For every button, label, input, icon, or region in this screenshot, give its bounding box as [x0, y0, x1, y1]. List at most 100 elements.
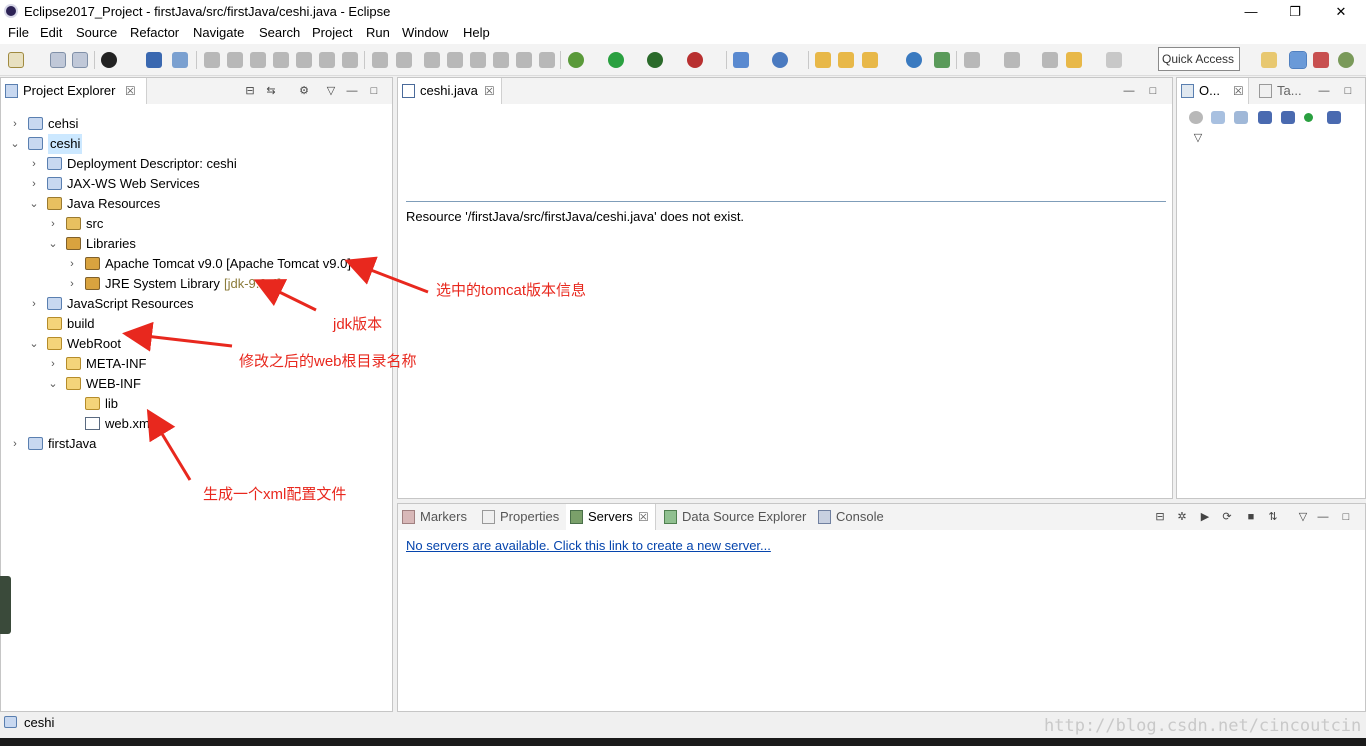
- chevron-down-icon[interactable]: ⌄: [28, 334, 40, 354]
- tree-item[interactable]: › src: [1, 214, 381, 234]
- run-icon[interactable]: [608, 52, 624, 68]
- close-icon[interactable]: ☒: [484, 78, 495, 104]
- minimize-view-icon[interactable]: —: [1316, 510, 1330, 524]
- sort-icon[interactable]: [1234, 111, 1248, 124]
- mark-occurrences-icon[interactable]: [470, 52, 486, 68]
- forward-icon[interactable]: [1106, 52, 1122, 68]
- link-with-editor-icon[interactable]: ⇆: [264, 84, 278, 98]
- back-icon[interactable]: [1066, 52, 1082, 68]
- chevron-right-icon[interactable]: ›: [28, 294, 40, 314]
- next-annotation-icon[interactable]: [964, 52, 980, 68]
- save-icon[interactable]: [50, 52, 66, 68]
- tab-properties[interactable]: Properties: [478, 504, 566, 530]
- tab-ceshi-java[interactable]: ceshi.java ☒: [398, 78, 502, 104]
- create-server-link[interactable]: No servers are available. Click this lin…: [406, 538, 771, 553]
- maximize-view-icon[interactable]: □: [1339, 510, 1353, 524]
- debug-perspective-icon[interactable]: [1338, 52, 1354, 68]
- toggle-breakpoint-icon[interactable]: [424, 52, 440, 68]
- menu-edit[interactable]: Edit: [40, 25, 62, 40]
- stop-server-icon[interactable]: ■: [1244, 510, 1258, 524]
- external-tools-icon[interactable]: [687, 52, 703, 68]
- minimize-view-icon[interactable]: —: [1317, 84, 1331, 98]
- minimize-view-icon[interactable]: —: [345, 84, 359, 98]
- chevron-down-icon[interactable]: ⌄: [28, 194, 40, 214]
- pin-icon[interactable]: [172, 52, 188, 68]
- menu-file[interactable]: File: [8, 25, 29, 40]
- chevron-right-icon[interactable]: ›: [47, 214, 59, 234]
- maximize-view-icon[interactable]: □: [367, 84, 381, 98]
- menu-run[interactable]: Run: [366, 25, 390, 40]
- open-task-icon[interactable]: [838, 52, 854, 68]
- tree-item[interactable]: build: [1, 314, 381, 334]
- word-wrap-icon[interactable]: [516, 52, 532, 68]
- search-icon[interactable]: [862, 52, 878, 68]
- tab-markers[interactable]: Markers: [398, 504, 478, 530]
- restore-button[interactable]: ❐: [1280, 2, 1310, 22]
- last-edit-location-icon[interactable]: [1042, 52, 1058, 68]
- tab-servers[interactable]: Servers ☒: [566, 504, 656, 530]
- chevron-down-icon[interactable]: ⌄: [47, 234, 59, 254]
- menu-search[interactable]: Search: [259, 25, 300, 40]
- tab-project-explorer[interactable]: Project Explorer ☒: [1, 78, 147, 104]
- tree-item[interactable]: › cehsi: [1, 114, 381, 134]
- chevron-right-icon[interactable]: ›: [66, 254, 78, 274]
- menu-refactor[interactable]: Refactor: [130, 25, 179, 40]
- collapse-all-icon[interactable]: ⊟: [1153, 510, 1167, 524]
- chevron-right-icon[interactable]: ›: [28, 174, 40, 194]
- terminate-icon[interactable]: [250, 52, 266, 68]
- tree-item[interactable]: ⌄ WEB-INF: [1, 374, 381, 394]
- use-step-filters-icon[interactable]: [396, 52, 412, 68]
- maximize-view-icon[interactable]: □: [1341, 84, 1355, 98]
- chevron-down-icon[interactable]: ⌄: [9, 134, 21, 154]
- open-perspective-icon[interactable]: [1261, 52, 1277, 68]
- view-menu-icon[interactable]: ▽: [1296, 510, 1310, 524]
- chevron-down-icon[interactable]: ⌄: [47, 374, 59, 394]
- chevron-right-icon[interactable]: ›: [28, 154, 40, 174]
- show-whitespace-icon[interactable]: [539, 52, 555, 68]
- view-menu-icon[interactable]: ▽: [324, 84, 338, 98]
- collapse-all-icon[interactable]: [1211, 111, 1225, 124]
- close-icon[interactable]: ☒: [1233, 78, 1244, 104]
- publish-icon[interactable]: ⇅: [1266, 510, 1280, 524]
- hide-local-types-icon[interactable]: [1327, 111, 1341, 124]
- save-all-icon[interactable]: [72, 52, 88, 68]
- block-selection-icon[interactable]: [493, 52, 509, 68]
- tree-item[interactable]: web.xml: [1, 414, 381, 434]
- minimize-view-icon[interactable]: —: [1122, 84, 1136, 98]
- tab-outline[interactable]: O... ☒: [1177, 78, 1249, 104]
- menu-source[interactable]: Source: [76, 25, 117, 40]
- open-type-icon[interactable]: [815, 52, 831, 68]
- chevron-right-icon[interactable]: ›: [9, 114, 21, 134]
- menu-help[interactable]: Help: [463, 25, 490, 40]
- console-icon[interactable]: [146, 52, 162, 68]
- chevron-right-icon[interactable]: ›: [9, 434, 21, 454]
- debug-icon[interactable]: [568, 52, 584, 68]
- hide-static-icon[interactable]: [1281, 111, 1295, 124]
- step-into-icon[interactable]: [296, 52, 312, 68]
- tree-item[interactable]: lib: [1, 394, 381, 414]
- start-server-icon[interactable]: ▶: [1198, 510, 1212, 524]
- menu-project[interactable]: Project: [312, 25, 352, 40]
- tab-console[interactable]: Console: [814, 504, 894, 530]
- tab-data-source-explorer[interactable]: Data Source Explorer: [660, 504, 810, 530]
- tab-task-list[interactable]: Ta...: [1255, 78, 1315, 104]
- new-server-icon[interactable]: [733, 52, 749, 68]
- previous-annotation-icon[interactable]: [1004, 52, 1020, 68]
- tree-item[interactable]: ⌄ ceshi: [1, 134, 381, 154]
- tree-item[interactable]: › JavaScript Resources: [1, 294, 381, 314]
- close-window-button[interactable]: ✕: [1326, 2, 1356, 22]
- focus-icon[interactable]: [1189, 111, 1203, 124]
- java-ee-perspective-icon[interactable]: [1289, 51, 1307, 69]
- tree-item[interactable]: › Apache Tomcat v9.0 [Apache Tomcat v9.0]: [1, 254, 381, 274]
- quick-access-input[interactable]: Quick Access: [1158, 47, 1240, 71]
- filters-icon[interactable]: ⚙: [297, 84, 311, 98]
- debug-server-icon[interactable]: ✲: [1175, 510, 1189, 524]
- menu-window[interactable]: Window: [402, 25, 448, 40]
- globe-icon[interactable]: [906, 52, 922, 68]
- tree-item[interactable]: ⌄ Java Resources: [1, 194, 381, 214]
- hide-non-public-icon[interactable]: [1304, 113, 1313, 122]
- menu-navigate[interactable]: Navigate: [193, 25, 244, 40]
- hide-fields-icon[interactable]: [1258, 111, 1272, 124]
- profile-icon[interactable]: [101, 52, 117, 68]
- step-return-icon[interactable]: [342, 52, 358, 68]
